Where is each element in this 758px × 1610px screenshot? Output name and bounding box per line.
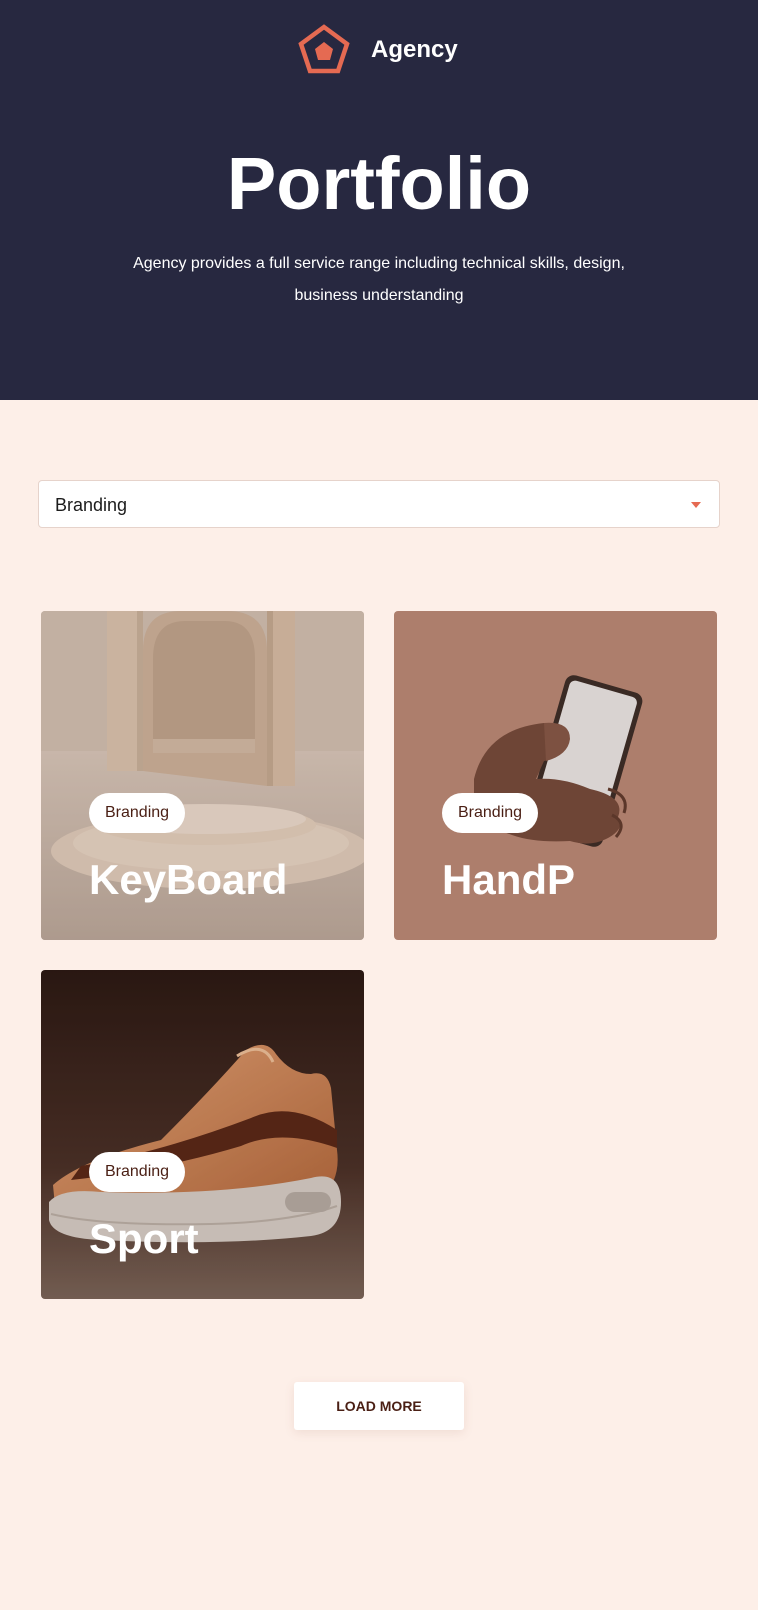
portfolio-card-keyboard[interactable]: Branding KeyBoard <box>41 611 364 940</box>
hero-description: Agency provides a full service range inc… <box>133 255 625 304</box>
card-title: HandP <box>442 856 576 903</box>
filter-selected-value: Branding <box>55 495 128 515</box>
load-more-button[interactable]: LOAD MORE <box>294 1382 464 1430</box>
card-title: KeyBoard <box>89 856 288 903</box>
hero-section: Agency Portfolio Agency provides a full … <box>0 0 758 400</box>
portfolio-card-sport[interactable]: Branding Sport <box>41 970 364 1299</box>
pentagon-logo-icon <box>298 24 350 74</box>
brand-logo-link[interactable]: Agency <box>297 24 458 76</box>
card-category-badge: Branding <box>442 793 539 833</box>
card-title: Sport <box>89 1215 199 1262</box>
card-category-badge: Branding <box>89 1152 186 1192</box>
brand-name: Agency <box>371 36 458 63</box>
page-title: Portfolio <box>226 142 532 225</box>
caret-down-icon <box>691 502 701 508</box>
portfolio-card-handp[interactable]: Branding HandP <box>394 611 717 940</box>
card-category-badge: Branding <box>89 793 186 833</box>
category-filter-select[interactable]: Branding <box>38 480 720 528</box>
